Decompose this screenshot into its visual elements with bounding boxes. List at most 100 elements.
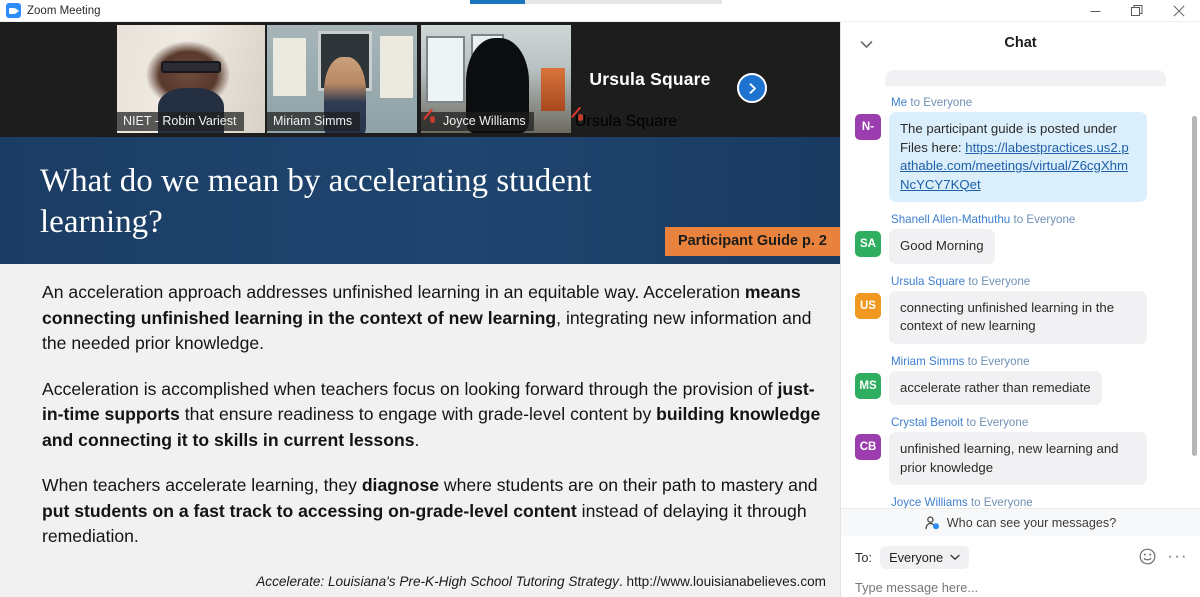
chat-message-row: US connecting unfinished learning in the… xyxy=(855,290,1186,344)
text-run: . xyxy=(414,429,420,450)
sender-recipient: to Everyone xyxy=(968,274,1031,288)
sender-recipient: to Everyone xyxy=(910,96,973,109)
chat-message: Joyce Williams to Everyone JW What stand… xyxy=(855,496,1186,508)
presentation-progress-bar xyxy=(470,0,722,4)
shared-screen-slide: What do we mean by accelerating student … xyxy=(0,137,840,597)
avatar: SA xyxy=(855,231,881,257)
restore-button[interactable] xyxy=(1116,0,1158,22)
avatar: CB xyxy=(855,434,881,460)
text-run: An acceleration approach addresses unfin… xyxy=(42,282,745,302)
chat-message-row: N- The participant guide is posted under… xyxy=(855,112,1186,202)
chat-message-list[interactable]: Me to Everyone N- The participant guide … xyxy=(841,64,1200,508)
chat-panel: Chat Me to Everyone N- The participant g… xyxy=(840,22,1200,597)
video-tile-ursula-square[interactable]: Ursula Square Ursula Square xyxy=(575,25,725,133)
sender-name: Miriam Simms xyxy=(891,354,965,368)
chat-message-sender: Miriam Simms to Everyone xyxy=(891,355,1186,368)
to-label: To: xyxy=(855,550,873,565)
who-can-see-text: Who can see your messages? xyxy=(946,515,1117,530)
text-run: that ensure readiness to engage with gra… xyxy=(179,404,657,424)
sender-name: Crystal Benoit xyxy=(891,416,964,429)
who-can-see-messages-link[interactable]: Who can see your messages? xyxy=(841,508,1200,536)
slide-paragraph-3: When teachers accelerate learning, they … xyxy=(42,473,826,550)
sender-recipient: to Everyone xyxy=(966,416,1029,429)
chat-recipient-row: To: Everyone xyxy=(855,546,1186,569)
participant-guide-badge: Participant Guide p. 2 xyxy=(664,227,840,256)
participant-name-text: Ursula Square xyxy=(575,113,678,130)
compose-action-icons: ··· xyxy=(1139,548,1188,565)
zoom-meeting-window: Zoom Meeting NIET - Robin Variest Miriam… xyxy=(0,0,1200,597)
video-tile-miriam-simms[interactable]: Miriam Simms xyxy=(267,25,417,133)
text-run: where students are on their path to mast… xyxy=(439,475,818,495)
chat-message: Miriam Simms to Everyone MS accelerate r… xyxy=(855,355,1186,405)
chat-message-sender: Shanell Allen-Mathuthu to Everyone xyxy=(891,213,1186,226)
slide-paragraph-1: An acceleration approach addresses unfin… xyxy=(42,280,826,357)
chevron-down-icon xyxy=(860,40,872,48)
video-tile-robin-variest[interactable]: NIET - Robin Variest xyxy=(117,25,265,133)
slide-citation: Accelerate: Louisiana's Pre-K-High Schoo… xyxy=(0,574,826,589)
chevron-down-icon xyxy=(950,554,960,560)
participant-name-label: Ursula Square xyxy=(575,113,677,131)
participant-name-text: NIET - Robin Variest xyxy=(123,114,237,128)
window-controls xyxy=(1074,0,1200,22)
video-thumbnail-strip: NIET - Robin Variest Miriam Simms Joyce … xyxy=(0,22,840,137)
video-tile-joyce-williams[interactable]: Joyce Williams xyxy=(421,25,571,133)
sender-name: Joyce Williams xyxy=(891,496,968,508)
chat-message: Crystal Benoit to Everyone CB unfinished… xyxy=(855,416,1186,485)
message-input[interactable] xyxy=(855,580,1186,595)
background-document-left xyxy=(273,37,306,97)
recipient-dropdown[interactable]: Everyone xyxy=(880,546,970,569)
participant-name-text: Joyce Williams xyxy=(443,114,526,128)
sender-recipient: to Everyone xyxy=(970,496,1033,508)
chat-message-sender: Ursula Square to Everyone xyxy=(891,275,1186,288)
chat-message-sender: Me to Everyone xyxy=(891,96,1186,109)
avatar: MS xyxy=(855,372,881,399)
chat-message-row: SA Good Morning xyxy=(855,229,1186,264)
sender-name: Shanell Allen-Mathuthu xyxy=(891,213,1011,226)
sender-name: Ursula Square xyxy=(891,274,966,288)
participant-name-text: Miriam Simms xyxy=(273,114,353,128)
avatar: US xyxy=(855,292,881,319)
chat-message-bubble: connecting unfinished learning in the co… xyxy=(889,290,1147,344)
clipped-previous-message xyxy=(885,70,1166,86)
text-run: Acceleration is accomplished when teache… xyxy=(42,378,778,399)
minimize-button[interactable] xyxy=(1074,0,1116,22)
chat-message-bubble: accelerate rather than remediate xyxy=(889,370,1102,405)
progress-fill xyxy=(470,0,526,4)
microphone-muted-icon xyxy=(427,115,438,128)
slide-body: An acceleration approach addresses unfin… xyxy=(0,264,840,550)
participant-name-label: NIET - Robin Variest xyxy=(117,112,245,131)
chat-collapse-button[interactable] xyxy=(857,35,875,53)
sender-recipient: to Everyone xyxy=(967,354,1030,368)
recipient-value: Everyone xyxy=(889,550,944,565)
window-titlebar: Zoom Meeting xyxy=(0,0,1200,22)
chat-message-row: MS accelerate rather than remediate xyxy=(855,370,1186,405)
next-page-button[interactable] xyxy=(737,73,767,103)
slide-header: What do we mean by accelerating student … xyxy=(0,137,840,264)
slide-paragraph-2: Acceleration is accomplished when teache… xyxy=(42,377,826,454)
chat-message-bubble: The participant guide is posted under Fi… xyxy=(889,112,1147,202)
chat-scrollbar[interactable] xyxy=(1192,116,1197,456)
chat-message: Me to Everyone N- The participant guide … xyxy=(855,96,1186,202)
text-run: When teachers accelerate learning, they xyxy=(42,475,362,495)
sender-recipient: to Everyone xyxy=(1013,213,1076,226)
sender-name: Me xyxy=(891,96,908,109)
close-button[interactable] xyxy=(1158,0,1200,22)
chat-panel-title: Chat xyxy=(1004,35,1037,51)
titlebar-left: Zoom Meeting xyxy=(0,3,101,18)
glasses-detail xyxy=(161,60,221,73)
chat-message: Ursula Square to Everyone US connecting … xyxy=(855,275,1186,344)
person-add-icon xyxy=(925,515,939,529)
avatar: N- xyxy=(855,114,881,140)
text-run-bold: put students on a fast track to accessin… xyxy=(42,500,577,521)
chat-message-sender: Crystal Benoit to Everyone xyxy=(891,416,1186,429)
background-document-right xyxy=(379,35,413,99)
app-title: Zoom Meeting xyxy=(27,4,101,17)
citation-source-title: Accelerate: Louisiana's Pre-K-High Schoo… xyxy=(256,574,619,589)
emoji-button[interactable] xyxy=(1139,548,1156,565)
more-options-button[interactable]: ··· xyxy=(1168,548,1188,564)
participant-name-label: Joyce Williams xyxy=(421,112,534,131)
chat-compose-area: To: Everyone ··· xyxy=(841,536,1200,597)
emoji-icon xyxy=(1139,548,1155,565)
chat-message-sender: Joyce Williams to Everyone xyxy=(891,496,1186,508)
citation-url: . http://www.louisianabelieves.com xyxy=(618,574,826,589)
